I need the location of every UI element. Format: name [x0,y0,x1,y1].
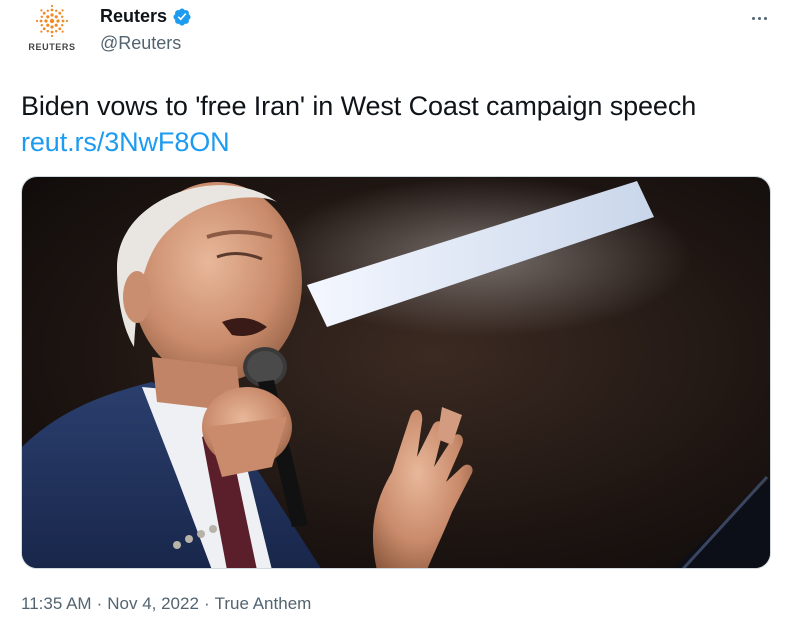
tweet-date[interactable]: Nov 4, 2022 [107,594,199,613]
tweet-source[interactable]: True Anthem [215,594,312,613]
tweet-photo[interactable] [21,176,771,569]
separator: · [96,594,103,613]
reuters-logo-icon [35,4,69,38]
photo-biden-speaking [22,177,770,568]
verified-badge-icon [173,7,191,26]
more-options-icon[interactable] [747,10,771,26]
avatar[interactable]: REUTERS [22,4,82,56]
tweet-time[interactable]: 11:35 AM [21,594,92,613]
tweet-card: REUTERS Reuters @Reuters Biden vows to '… [0,0,793,625]
separator: · [203,594,210,613]
tweet-metadata: 11:35 AM · Nov 4, 2022 · True Anthem [21,594,311,614]
tweet-body: Biden vows to 'free Iran' in West Coast … [21,91,697,121]
tweet-text: Biden vows to 'free Iran' in West Coast … [21,88,761,160]
display-name[interactable]: Reuters [100,6,167,27]
author-name-row[interactable]: Reuters [100,6,192,27]
avatar-wordmark: REUTERS [28,42,76,52]
handle[interactable]: @Reuters [100,33,181,54]
tweet-link[interactable]: reut.rs/3NwF8ON [21,127,230,157]
